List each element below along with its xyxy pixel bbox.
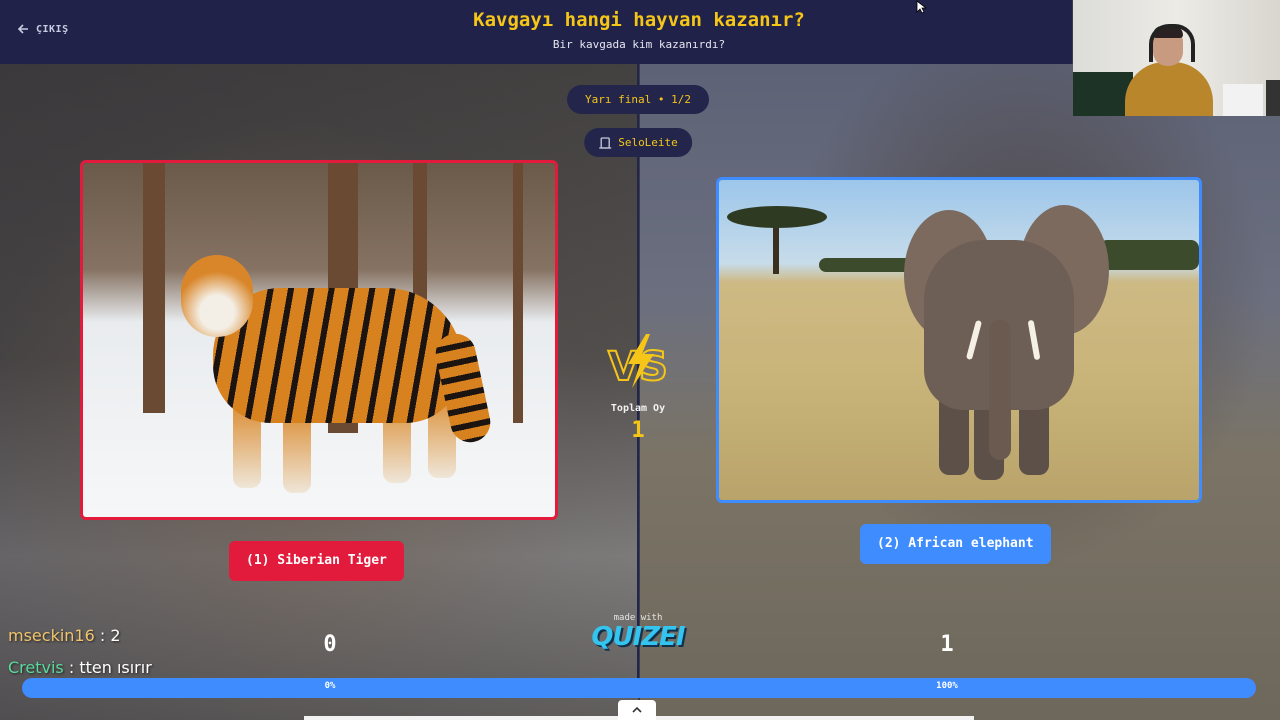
chat-message: Cretvis : tten ısırır bbox=[8, 658, 152, 677]
chevron-up-icon bbox=[632, 706, 642, 713]
expand-panel-button[interactable] bbox=[618, 700, 656, 720]
user-name: SeloLeite bbox=[618, 136, 678, 149]
chat-username: mseckin16 bbox=[8, 626, 95, 645]
right-percent-label: 100% bbox=[936, 681, 958, 691]
total-votes-value: 1 bbox=[631, 418, 645, 443]
round-badge: Yarı final • 1/2 bbox=[567, 85, 709, 114]
chat-message: mseckin16 : 2 bbox=[8, 626, 121, 645]
vs-lightning-icon: VS bbox=[607, 334, 669, 390]
option-right-name-button[interactable]: (2) African elephant bbox=[860, 524, 1051, 564]
option-card-right[interactable] bbox=[716, 177, 1202, 503]
siberian-tiger-image bbox=[83, 163, 555, 517]
chat-text: : tten ısırır bbox=[63, 658, 152, 677]
quizei-logo[interactable]: QUIZEI bbox=[588, 622, 688, 652]
african-elephant-image bbox=[719, 180, 1199, 500]
total-votes-label: Toplam Oy bbox=[610, 403, 666, 414]
left-percent-label: 0% bbox=[324, 681, 336, 691]
left-vote-count: 0 bbox=[323, 632, 337, 657]
right-vote-count: 1 bbox=[940, 632, 954, 657]
option-card-left[interactable] bbox=[80, 160, 558, 520]
user-badge: SeloLeite bbox=[584, 128, 692, 157]
option-left-name-button[interactable]: (1) Siberian Tiger bbox=[229, 541, 404, 581]
mouse-cursor-icon bbox=[916, 0, 928, 14]
vote-progress-bar bbox=[22, 678, 1256, 698]
chat-username: Cretvis bbox=[8, 658, 64, 677]
chat-text: : 2 bbox=[94, 626, 121, 645]
webcam-overlay bbox=[1073, 0, 1280, 116]
user-icon bbox=[599, 136, 612, 149]
